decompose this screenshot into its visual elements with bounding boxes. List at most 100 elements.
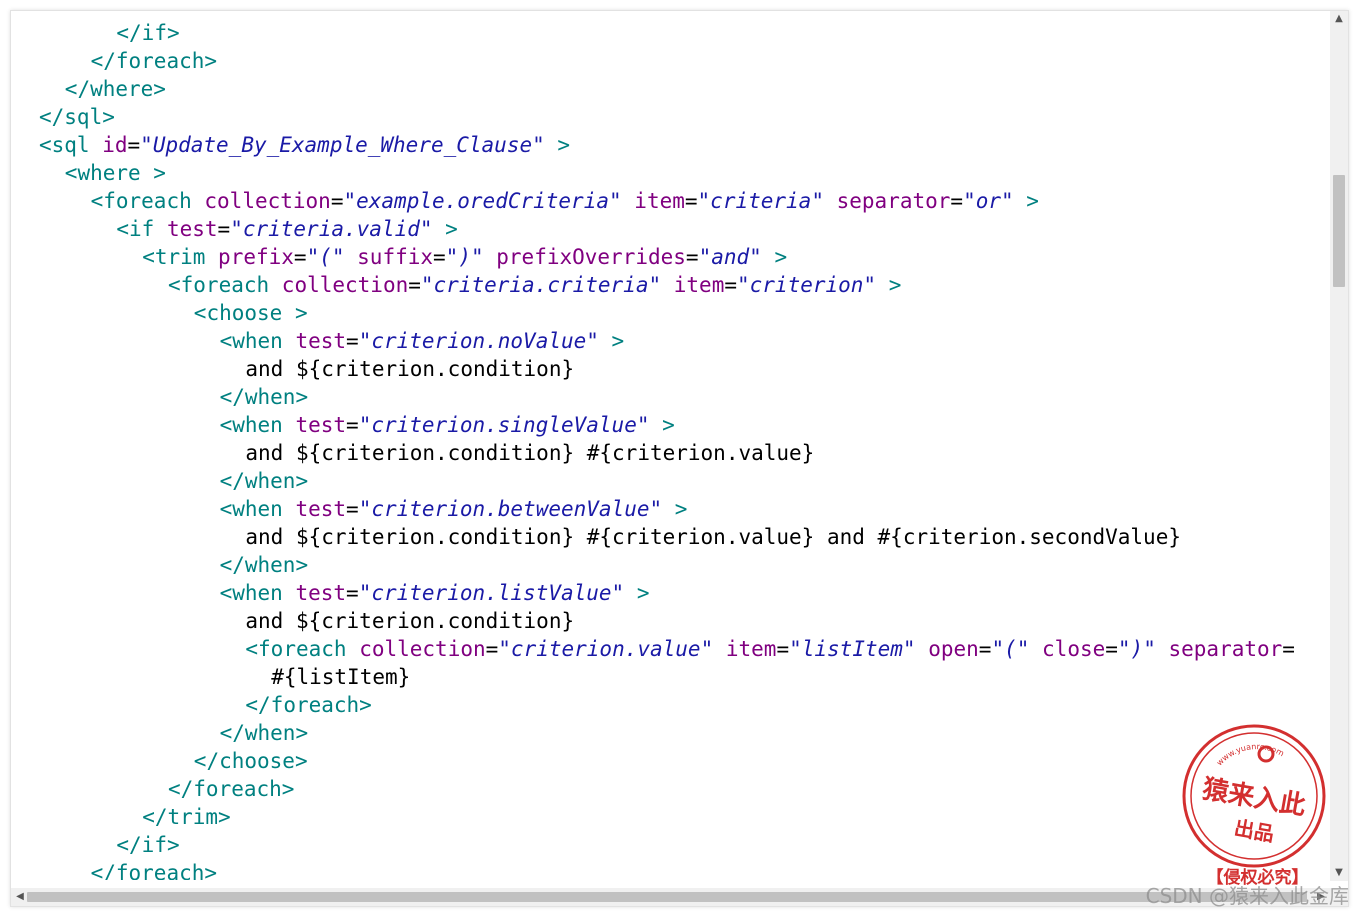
code-token: = — [433, 245, 446, 269]
code-token: separator — [1168, 637, 1283, 661]
code-token: = — [950, 189, 964, 213]
code-token: <foreach — [245, 637, 360, 661]
code-token: <choose > — [193, 301, 308, 325]
code-area: </if> </foreach> </where> </sql> <sql id="Up… — [39, 11, 1322, 880]
code-token: = — [684, 189, 698, 213]
code-line: </choose> — [194, 747, 308, 775]
code-token: id — [102, 133, 128, 157]
code-token: "or" — [963, 189, 1014, 213]
code-token: test — [295, 497, 347, 521]
code-token: </when> — [219, 721, 309, 745]
horizontal-scrollbar[interactable]: ◀ ▶ — [11, 888, 1330, 906]
code-token: #{listItem} — [271, 665, 411, 689]
vertical-scroll-thumb[interactable] — [1333, 175, 1345, 287]
code-token: test — [295, 413, 347, 437]
code-line: </when> — [220, 719, 309, 747]
code-token: </when> — [219, 553, 309, 577]
code-token: test — [295, 329, 347, 353]
code-token: prefixOverrides — [496, 245, 686, 269]
code-token: "criteria" — [697, 189, 824, 213]
code-token: = — [293, 245, 307, 269]
code-token: </sql> — [39, 105, 115, 129]
code-token: > — [649, 413, 675, 437]
code-line: </sql> — [39, 103, 115, 131]
code-token: > — [876, 273, 902, 297]
code-token: > — [761, 245, 788, 269]
code-line: </when> — [220, 467, 309, 495]
code-token: <foreach — [90, 189, 205, 213]
code-line: and ${criterion.condition} — [245, 355, 574, 383]
code-token: <when — [219, 413, 296, 437]
code-line: <where > — [65, 159, 166, 187]
code-token: ")" — [445, 245, 484, 269]
code-token: collection — [281, 273, 409, 297]
code-line: </if> — [116, 19, 179, 47]
code-token: </trim> — [142, 805, 231, 829]
code-token: = — [485, 637, 499, 661]
code-line: <trim prefix="(" suffix=")" prefixOverri… — [142, 243, 787, 271]
code-token: test — [295, 581, 347, 605]
code-token: > — [624, 581, 650, 605]
code-line: </when> — [220, 383, 309, 411]
code-token: = — [685, 245, 699, 269]
code-token: <trim — [142, 245, 219, 269]
code-token: and ${criterion.condition} #{criterion.v… — [245, 525, 1181, 549]
code-token: > — [1013, 189, 1039, 213]
code-token: </if> — [116, 21, 180, 45]
code-token: = — [1282, 637, 1295, 661]
code-token: "criterion.listValue" — [358, 581, 625, 605]
code-token: "criterion" — [737, 273, 877, 297]
code-token: = — [724, 273, 737, 297]
code-token: </foreach> — [90, 49, 218, 73]
code-token: = — [346, 497, 359, 521]
code-line: <if test="criteria.valid" > — [116, 215, 457, 243]
code-line: <foreach collection="criteria.criteria" … — [168, 271, 901, 299]
code-token: > — [432, 217, 458, 241]
scroll-up-arrow-icon[interactable]: ▲ — [1330, 11, 1348, 27]
code-token: and ${criterion.condition} — [245, 357, 575, 381]
code-token: test — [166, 217, 218, 241]
code-token: = — [978, 637, 992, 661]
horizontal-scroll-thumb[interactable] — [27, 892, 1307, 902]
code-token: "criterion.noValue" — [358, 329, 599, 353]
code-token: prefix — [218, 245, 294, 269]
code-line: </foreach> — [245, 691, 371, 719]
code-token: </foreach> — [90, 861, 218, 880]
code-token: = — [217, 217, 231, 241]
code-line: and ${criterion.condition} #{criterion.v… — [245, 439, 814, 467]
code-token: </foreach> — [168, 777, 295, 801]
code-line: <when test="criterion.listValue" > — [220, 579, 650, 607]
code-token: > — [662, 497, 688, 521]
code-token: </where> — [64, 77, 166, 101]
code-line: <when test="criterion.singleValue" > — [220, 411, 675, 439]
code-token: </when> — [219, 385, 309, 409]
code-token: "criterion.value" — [498, 637, 714, 661]
code-line: #{listItem} — [271, 663, 410, 691]
code-line: <foreach collection="criterion.value" it… — [245, 635, 1295, 663]
code-token: </if> — [116, 833, 180, 857]
vertical-scrollbar[interactable]: ▲ ▼ — [1330, 11, 1348, 881]
code-token: "listItem" — [789, 637, 916, 661]
code-line: </foreach> — [168, 775, 294, 803]
code-token: "(" — [991, 637, 1030, 661]
code-token: = — [1105, 637, 1118, 661]
code-token: > — [598, 329, 625, 353]
code-line: <when test="criterion.noValue" > — [220, 327, 625, 355]
code-token: "example.oredCriteria" — [343, 189, 622, 213]
code-token: = — [346, 329, 359, 353]
code-line: <when test="criterion.betweenValue" > — [220, 495, 688, 523]
code-line: and ${criterion.condition} #{criterion.v… — [245, 523, 1181, 551]
code-token: > — [544, 133, 571, 157]
code-token: item — [725, 637, 777, 661]
code-token: "(" — [306, 245, 345, 269]
code-token: </when> — [219, 469, 309, 493]
code-token: and ${criterion.condition} #{criterion.v… — [245, 441, 815, 465]
code-line: <sql id="Update_By_Example_Where_Clause"… — [39, 131, 570, 159]
